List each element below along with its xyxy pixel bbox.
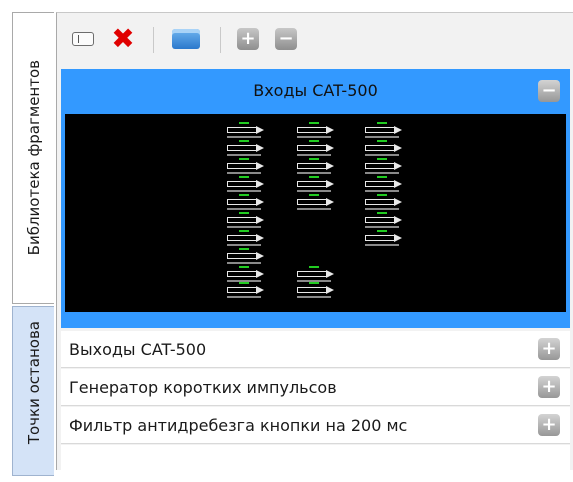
fragment-block: [227, 122, 265, 139]
vertical-tab-strip: Библиотека фрагментов Точки останова: [0, 0, 56, 476]
fragment-block: [297, 282, 335, 299]
fragment-group-title: Генератор коротких импульсов: [69, 378, 337, 397]
fragment-group-row[interactable]: Генератор коротких импульсов +: [61, 369, 570, 406]
fragment-block: [297, 140, 335, 157]
fragment-group-title: Фильтр антидребезга кнопки на 200 мс: [69, 416, 408, 435]
fragment-block: [365, 230, 403, 247]
fragment-block: [227, 248, 265, 265]
fragment-block: [227, 266, 265, 283]
fragment-group-row[interactable]: Фильтр антидребезга кнопки на 200 мс +: [61, 407, 570, 444]
delete-button[interactable]: ✖: [110, 22, 136, 55]
delete-x-icon: ✖: [111, 22, 135, 55]
rename-button[interactable]: [69, 26, 97, 52]
fragment-block: [365, 176, 403, 193]
fragment-group-title: Входы CAT-500: [253, 81, 378, 100]
fragment-block: [297, 194, 335, 211]
fragment-group-inputs[interactable]: Входы CAT-500 −: [61, 69, 570, 328]
toolbar: ✖ + −: [57, 13, 573, 69]
expand-all-button[interactable]: +: [235, 26, 261, 52]
fragment-group-row[interactable]: Выходы CAT-500 +: [61, 331, 570, 368]
tab-fragment-library[interactable]: Библиотека фрагментов: [12, 12, 54, 304]
tab-breakpoints-label: Точки останова: [24, 321, 43, 445]
fragment-block: [227, 282, 265, 299]
collapse-all-button[interactable]: −: [273, 26, 299, 52]
fragment-block: [297, 158, 335, 175]
minus-square-icon: −: [275, 28, 297, 50]
expand-group-toggle[interactable]: +: [538, 414, 560, 436]
fragment-block: [227, 230, 265, 247]
fragment-block: [365, 122, 403, 139]
fragment-group-title: Выходы CAT-500: [69, 340, 207, 359]
expand-group-toggle[interactable]: +: [538, 338, 560, 360]
toolbar-separator: [220, 27, 221, 53]
open-folder-button[interactable]: [169, 26, 203, 52]
fragment-block: [227, 212, 265, 229]
plus-square-icon: +: [237, 28, 259, 50]
fragment-block: [365, 212, 403, 229]
rename-field-icon: [72, 32, 94, 46]
fragment-preview[interactable]: [65, 114, 566, 312]
expand-group-toggle[interactable]: +: [538, 376, 560, 398]
tab-fragment-library-label: Библиотека фрагментов: [24, 60, 43, 256]
fragment-group-row-partial[interactable]: [61, 445, 570, 482]
fragment-block: [227, 176, 265, 193]
tab-breakpoints[interactable]: Точки останова: [12, 306, 54, 476]
folder-icon: [172, 29, 200, 49]
fragment-block: [297, 266, 335, 283]
fragment-block: [297, 122, 335, 139]
collapse-group-toggle[interactable]: −: [538, 80, 560, 102]
fragment-library-panel: ✖ + − Входы CAT-500 − Выходы CAT-500 + Г…: [56, 12, 573, 482]
fragment-block: [365, 140, 403, 157]
fragment-block: [227, 158, 265, 175]
fragment-block: [227, 194, 265, 211]
fragment-block: [227, 140, 265, 157]
toolbar-separator: [153, 27, 154, 53]
fragment-block: [365, 194, 403, 211]
fragment-block: [297, 176, 335, 193]
fragment-block: [365, 158, 403, 175]
